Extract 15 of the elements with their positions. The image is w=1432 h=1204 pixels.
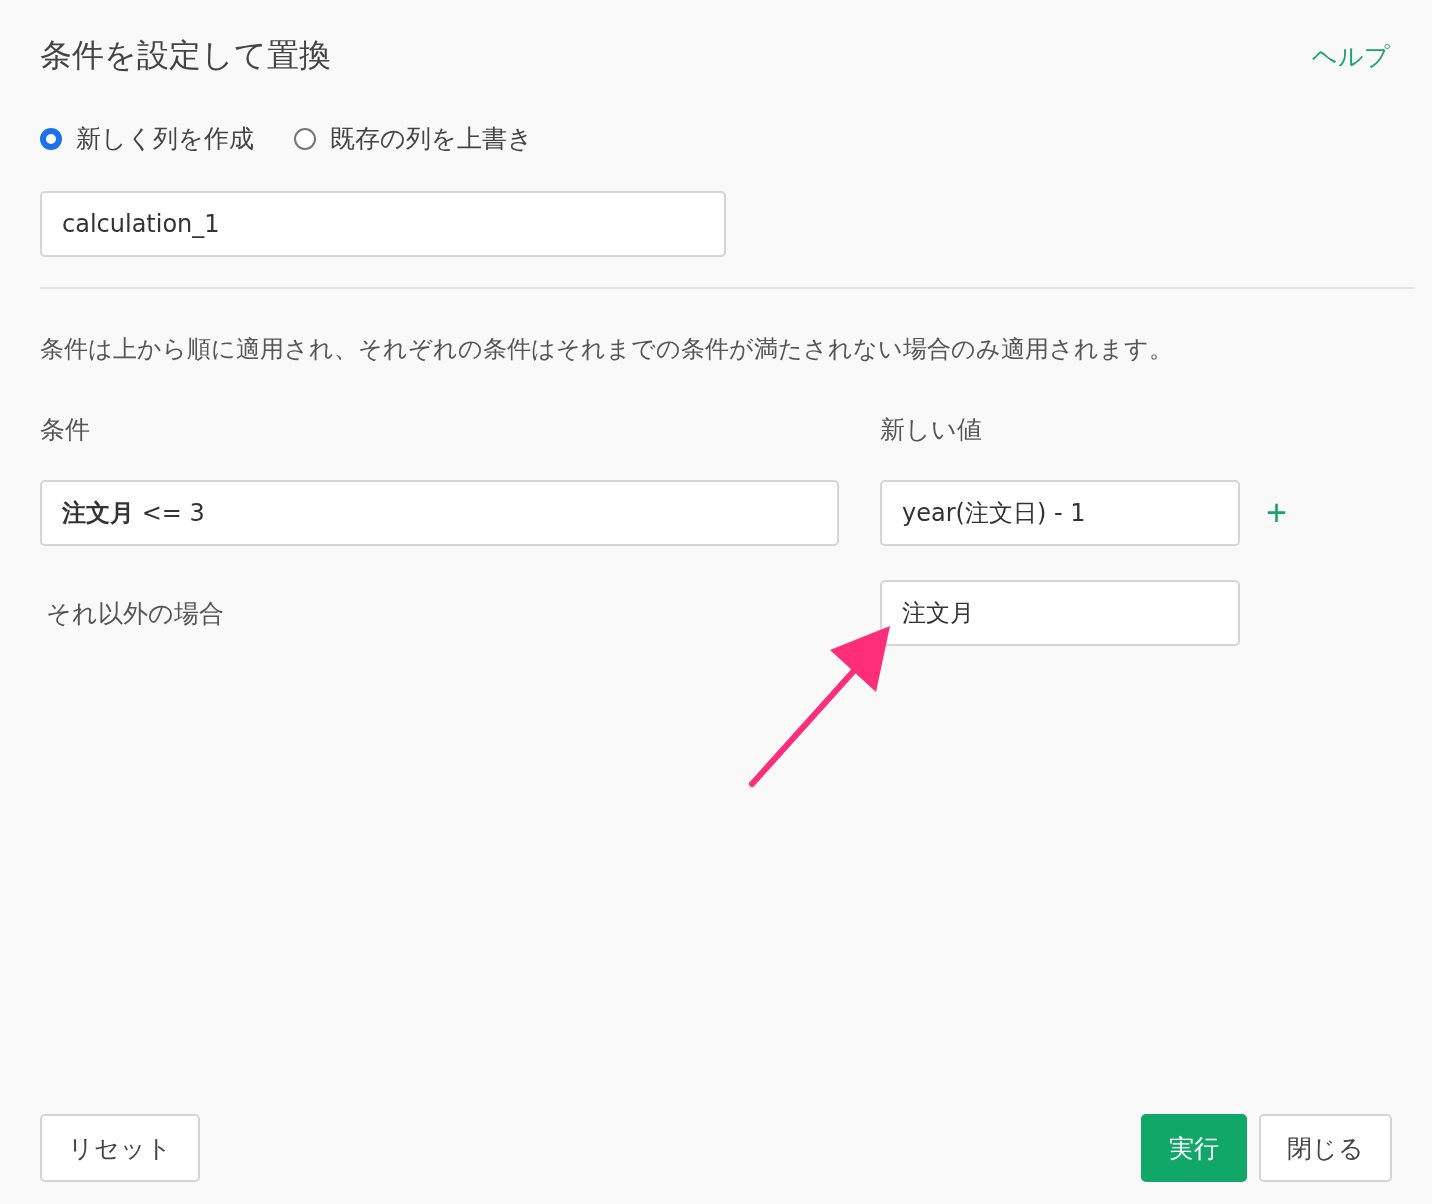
radio-label: 既存の列を上書き bbox=[330, 123, 533, 155]
condition-field[interactable]: 注文月 <= 3 bbox=[40, 480, 839, 546]
reset-button[interactable]: リセット bbox=[40, 1114, 200, 1182]
description-text: 条件は上から順に適用され、それぞれの条件はそれまでの条件が満たされない場合のみ適用されます。 bbox=[40, 334, 1174, 365]
condition-header: 条件 bbox=[40, 414, 91, 446]
radio-button[interactable] bbox=[294, 127, 316, 150]
radio-button[interactable] bbox=[40, 127, 62, 150]
close-button[interactable]: 閉じる bbox=[1259, 1114, 1392, 1182]
dialog-title: 条件を設定して置換 bbox=[40, 35, 331, 76]
radio-label: 新しく列を作成 bbox=[76, 123, 254, 155]
otherwise-label: それ以外の場合 bbox=[45, 597, 225, 630]
new-value-header: 新しい値 bbox=[880, 414, 983, 446]
value-field[interactable]: year(注文日) - 1 bbox=[880, 480, 1240, 546]
value-field[interactable]: 注文月 bbox=[880, 580, 1240, 646]
column-name-field[interactable]: calculation_1 bbox=[40, 191, 726, 257]
